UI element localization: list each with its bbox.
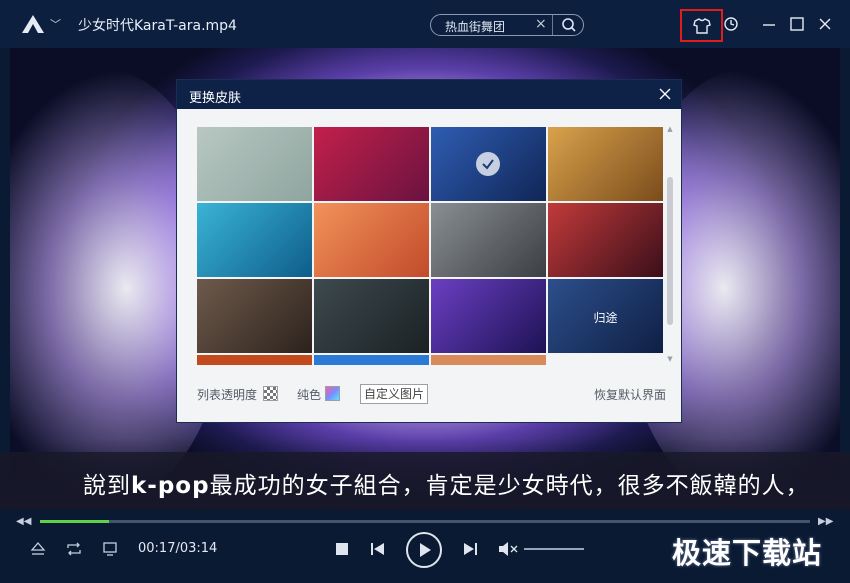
skin-thumbnail[interactable]: 归途 (548, 279, 663, 353)
screen-icon[interactable] (102, 541, 118, 557)
file-title: 少女时代KaraT-ara.mp4 (78, 18, 237, 34)
skin-thumbnail[interactable] (548, 127, 663, 201)
play-button[interactable] (406, 532, 442, 568)
dialog-close-icon[interactable] (659, 88, 671, 100)
solid-color-icon[interactable] (325, 386, 340, 401)
subtitle-prefix: 說到 (83, 473, 131, 499)
skin-thumbnail[interactable] (314, 279, 429, 353)
solid-color-label: 纯色 (297, 388, 322, 402)
skin-icon (693, 18, 711, 34)
skin-button[interactable] (680, 9, 723, 42)
maximize-icon[interactable] (788, 15, 806, 33)
progress-fill (40, 520, 109, 523)
minimize-icon[interactable] (760, 15, 778, 33)
search-button[interactable] (552, 15, 584, 35)
scroll-down-icon[interactable]: ▼ (666, 355, 674, 363)
rewind-icon[interactable]: ◀◀ (16, 516, 31, 527)
skin-thumbnail[interactable] (314, 355, 429, 365)
skin-thumbnail[interactable] (431, 355, 546, 365)
skin-thumbnail[interactable] (431, 203, 546, 277)
skin-thumbnail[interactable] (314, 203, 429, 277)
previous-icon[interactable] (371, 543, 385, 555)
scroll-thumb[interactable] (667, 177, 673, 325)
skin-thumbnail[interactable] (197, 355, 312, 365)
skin-thumbnail[interactable] (548, 203, 663, 277)
watermark: 极速下载站 (672, 536, 823, 570)
skin-thumbnail[interactable] (197, 279, 312, 353)
scroll-up-icon[interactable]: ▲ (666, 125, 674, 133)
reset-default-link[interactable]: 恢复默认界面 (594, 386, 666, 403)
mute-icon[interactable] (498, 541, 518, 557)
chevron-down-icon[interactable]: ﹀ (50, 16, 61, 32)
title-bar: ﹀ 少女时代KaraT-ara.mp4 热血街舞团 × (0, 0, 850, 48)
skin-thumbnail[interactable] (197, 203, 312, 277)
dialog-title: 更换皮肤 (189, 91, 242, 106)
subtitle-suffix: 最成功的女子組合，肯定是少女時代，很多不飯韓的人， (209, 473, 810, 499)
control-bar: ◀◀ ▶▶ 00:17/03:14 极速下载站 (0, 510, 850, 583)
selected-check-icon (476, 152, 500, 176)
eject-icon[interactable] (30, 542, 46, 556)
skin-thumbnail[interactable] (197, 127, 312, 201)
app-logo-icon[interactable] (20, 13, 46, 35)
subtitle-emphasis: k-pop (131, 473, 210, 499)
skin-scrollbar[interactable]: ▲ ▼ (666, 125, 674, 365)
play-icon (420, 543, 431, 557)
transparency-icon[interactable] (263, 386, 278, 401)
skin-thumbnail[interactable] (314, 127, 429, 201)
custom-image-button[interactable]: 自定义图片 (360, 384, 428, 404)
transparency-label: 列表透明度 (197, 388, 258, 402)
search-input[interactable]: 热血街舞团 (445, 18, 505, 35)
history-icon[interactable] (722, 15, 740, 33)
search-icon (562, 18, 576, 32)
skin-caption: 归途 (593, 311, 618, 325)
close-icon[interactable] (816, 15, 834, 33)
volume-slider[interactable] (524, 548, 584, 550)
stop-icon[interactable] (336, 543, 348, 555)
subtitle-bar: 說到k-pop最成功的女子組合，肯定是少女時代，很多不飯韓的人， (0, 452, 850, 510)
clear-icon[interactable]: × (535, 16, 547, 32)
skin-grid: 归途 (197, 127, 663, 365)
skin-dialog: 更换皮肤 归途 ▲ ▼ 列表透明度 纯色 自定义图片 恢复默认界面 (176, 79, 682, 423)
progress-bar[interactable] (40, 520, 810, 523)
dialog-header: 更换皮肤 (177, 80, 681, 109)
skin-thumbnail[interactable] (431, 127, 546, 201)
time-display: 00:17/03:14 (138, 541, 218, 556)
search-box[interactable]: 热血街舞团 × (430, 14, 584, 36)
next-icon[interactable] (463, 543, 477, 555)
fast-forward-icon[interactable]: ▶▶ (818, 516, 833, 527)
repeat-icon[interactable] (66, 542, 82, 556)
skin-thumbnail[interactable] (431, 279, 546, 353)
subtitle-text: 說到k-pop最成功的女子組合，肯定是少女時代，很多不飯韓的人， (83, 466, 810, 500)
